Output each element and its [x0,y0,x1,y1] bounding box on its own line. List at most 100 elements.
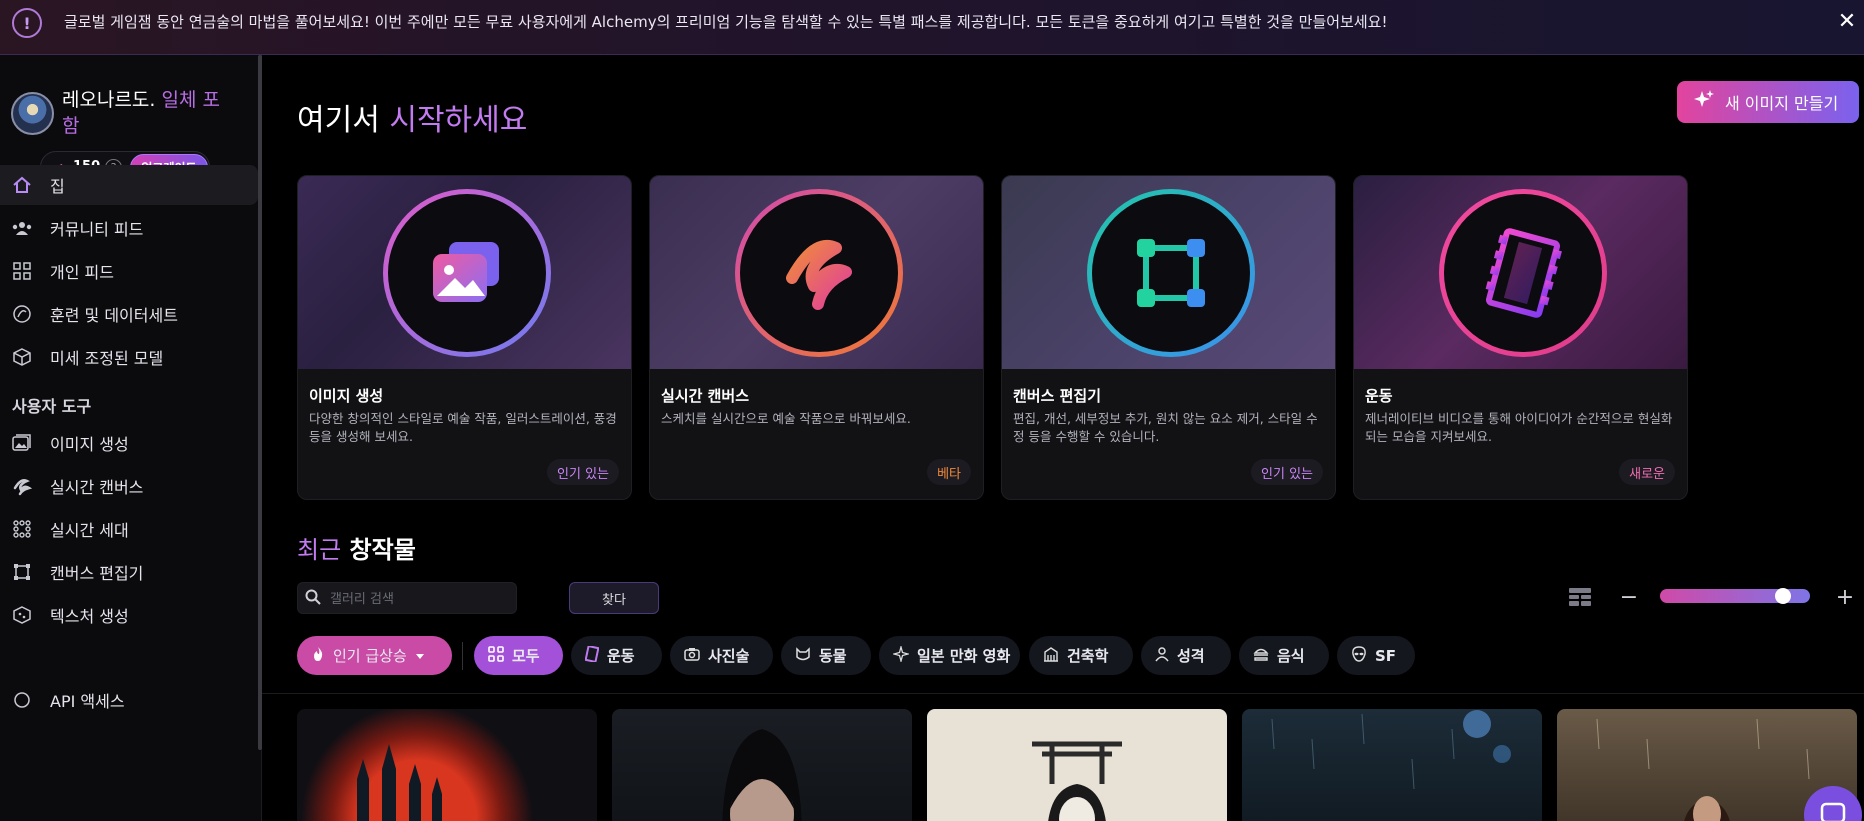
ink-art-image [1032,741,1122,821]
page-title: 여기서 시작하세요 [297,95,527,139]
card-description: 제너레이티브 비디오를 통해 아이디어가 순간적으로 현실화되는 모습을 지켜보… [1365,411,1673,444]
create-image-button[interactable]: 새 이미지 만들기 [1677,81,1859,123]
api-icon [11,689,33,711]
filter-chip-character[interactable]: 성격 [1141,636,1231,675]
close-icon[interactable]: ✕ [1833,7,1861,35]
card-title: 실시간 캔버스 [661,387,750,405]
profile-name: 레오나르도. 일체 포함 [62,87,237,139]
sidebar-item-finetuned-models[interactable]: 미세 조정된 모델 [0,337,258,377]
card-description: 편집, 개선, 세부정보 추가, 원치 않는 요소 제거, 스타일 수정 등을 … [1013,411,1318,444]
sidebar-item-personal-feed[interactable]: 개인 피드 [0,251,258,291]
page-title-plain: 여기서 [297,103,380,138]
card-ring [1439,189,1607,357]
gallery-item[interactable] [297,709,597,821]
texture-icon [11,604,33,626]
sidebar-item-label: 미세 조정된 모델 [50,349,164,368]
card-badge: 인기 있는 [547,459,619,485]
layout-toggle-icon[interactable] [1569,588,1591,608]
banner-text: 글로벌 게임잼 동안 연금술의 마법을 풀어보세요! 이번 주에만 모든 무료 … [64,13,1388,31]
sidebar-item-community-feed[interactable]: 커뮤니티 피드 [0,208,258,248]
sidebar: 레오나르도. 일체 포함 ◆ 150 ? 업그레이드 집 커뮤니티 피드 개인 … [0,55,262,821]
gallery-item[interactable] [1242,709,1542,821]
filter-chip-scifi[interactable]: SF [1337,636,1415,675]
image-icon [11,432,33,454]
zoom-in-button[interactable]: + [1833,583,1857,611]
camera-icon [684,647,700,665]
sidebar-item-realtime-canvas[interactable]: 실시간 캔버스 [0,466,258,506]
zoom-slider-handle[interactable] [1775,588,1791,604]
card-ring [1087,189,1255,357]
find-button[interactable]: 찾다 [569,582,659,614]
chip-label: 사진술 [708,647,750,665]
sidebar-item-training[interactable]: 훈련 및 데이터세트 [0,294,258,334]
gallery-item[interactable] [612,709,912,821]
grid-icon [11,260,33,282]
filter-chip-all[interactable]: 모두 [474,636,563,675]
trending-dropdown[interactable]: 인기 급상승 [297,636,452,675]
chip-label: 성격 [1177,647,1205,665]
card-description: 스케치를 실시간으로 예술 작품으로 바꿔보세요. [661,411,911,426]
feature-card-image-generation[interactable]: 이미지 생성 다양한 창의적인 스타일로 예술 작품, 일러스트레이션, 풍경 … [297,175,632,500]
gallery-search[interactable] [297,582,517,614]
avatar[interactable] [11,92,54,135]
chip-label: 모두 [512,647,540,665]
sidebar-item-label: 훈련 및 데이터세트 [50,306,178,325]
community-icon [11,217,33,239]
chip-label: SF [1375,646,1397,665]
filter-chip-architecture[interactable]: 건축학 [1029,636,1133,675]
sidebar-item-image-generation[interactable]: 이미지 생성 [0,423,258,463]
search-input[interactable] [330,589,510,609]
flame-icon [311,646,325,666]
recent-creations-title: 최근 창작물 [297,530,416,565]
chat-support-button[interactable] [1804,786,1862,821]
brush-icon [786,240,852,310]
chip-label: 동물 [819,647,847,665]
sidebar-item-texture-generation[interactable]: 텍스처 생성 [0,595,258,635]
feature-card-motion[interactable]: 운동 제너레이티브 비디오를 통해 아이디어가 순간적으로 현실화되는 모습을 … [1353,175,1688,500]
gallery-item[interactable] [927,709,1227,821]
person-icon [1155,646,1169,666]
filter-chip-food[interactable]: 음식 [1239,636,1329,675]
card-image [298,176,631,369]
grid-icon [488,645,504,666]
cube-icon [11,346,33,368]
announcement-banner: ! 글로벌 게임잼 동안 연금술의 마법을 풀어보세요! 이번 주에만 모든 무… [0,0,1864,55]
zoom-out-button[interactable]: − [1617,583,1641,611]
filter-chip-anime[interactable]: 일본 만화 영화 [879,636,1020,675]
rain-image [1271,710,1511,790]
sidebar-item-home[interactable]: 집 [0,165,258,205]
cat-icon [795,646,811,665]
feature-card-realtime-canvas[interactable]: 실시간 캔버스 스케치를 실시간으로 예술 작품으로 바꿔보세요. 베타 [649,175,984,500]
dots-grid-icon [11,518,33,540]
card-title: 캔버스 편집기 [1013,387,1102,405]
sidebar-item-realtime-generation[interactable]: 실시간 세대 [0,509,258,549]
profile-name-main: 레오나르도. [62,89,156,111]
castle-image [357,744,442,821]
sidebar-item-canvas-editor[interactable]: 캔버스 편집기 [0,552,258,592]
chip-label: 음식 [1277,647,1305,665]
filter-chip-animals[interactable]: 동물 [781,636,871,675]
portrait-image [722,729,802,821]
zoom-slider[interactable] [1660,588,1810,604]
sidebar-item-api-access[interactable]: API 액세스 [0,680,258,720]
chip-label: 인기 급상승 [333,647,407,665]
canvas-icon [11,561,33,583]
sidebar-item-label: 집 [50,177,65,196]
chevron-down-icon [415,647,425,665]
training-icon [11,303,33,325]
sidebar-item-label: 캔버스 편집기 [50,564,144,583]
card-image [650,176,983,369]
card-title: 이미지 생성 [309,387,384,405]
card-ring [383,189,551,357]
chip-label: 건축학 [1067,647,1109,665]
filter-chip-motion[interactable]: 운동 [571,636,662,675]
create-image-label: 새 이미지 만들기 [1725,94,1839,113]
card-badge: 새로운 [1619,459,1675,485]
alien-icon [1351,645,1367,666]
card-badge: 인기 있는 [1251,459,1323,485]
alert-icon: ! [12,8,42,38]
sidebar-item-label: 텍스처 생성 [50,607,129,626]
chip-label: 일본 만화 영화 [917,647,1011,665]
feature-card-canvas-editor[interactable]: 캔버스 편집기 편집, 개선, 세부정보 추가, 원치 않는 요소 제거, 스타… [1001,175,1336,500]
filter-chip-photography[interactable]: 사진술 [670,636,773,675]
